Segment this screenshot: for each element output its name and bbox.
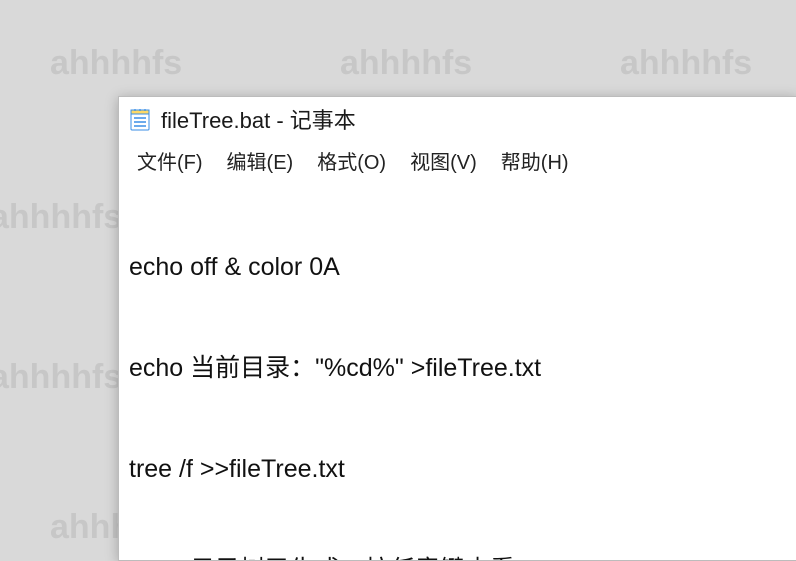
- notepad-window: fileTree.bat - 记事本 文件(F) 编辑(E) 格式(O) 视图(…: [118, 96, 796, 561]
- notepad-icon: [129, 106, 151, 132]
- menu-help[interactable]: 帮助(H): [491, 144, 579, 177]
- window-title: fileTree.bat - 记事本: [161, 103, 356, 135]
- titlebar[interactable]: fileTree.bat - 记事本: [119, 97, 796, 141]
- editor-line: tree /f >>fileTree.txt: [129, 453, 787, 487]
- menu-edit[interactable]: 编辑(E): [217, 144, 304, 177]
- watermark-text: ahhhhfs: [340, 46, 472, 82]
- watermark-text: ahhhhfs: [0, 200, 122, 236]
- editor-line: echo off & color 0A: [129, 251, 787, 285]
- watermark-text: ahhhhfs: [0, 360, 122, 396]
- menubar: 文件(F) 编辑(E) 格式(O) 视图(V) 帮助(H): [119, 141, 796, 179]
- watermark-text: ahhhhfs: [50, 46, 182, 82]
- menu-format[interactable]: 格式(O): [307, 144, 396, 177]
- menu-file[interactable]: 文件(F): [127, 144, 213, 177]
- menu-view[interactable]: 视图(V): [400, 144, 487, 177]
- editor-line: echo 目录树已生成，按任意键查看。: [129, 554, 787, 560]
- text-editor-area[interactable]: echo off & color 0A echo 当前目录："%cd%" >fi…: [119, 179, 796, 560]
- editor-line: echo 当前目录："%cd%" >fileTree.txt: [129, 352, 787, 386]
- watermark-text: ahhhhfs: [620, 46, 752, 82]
